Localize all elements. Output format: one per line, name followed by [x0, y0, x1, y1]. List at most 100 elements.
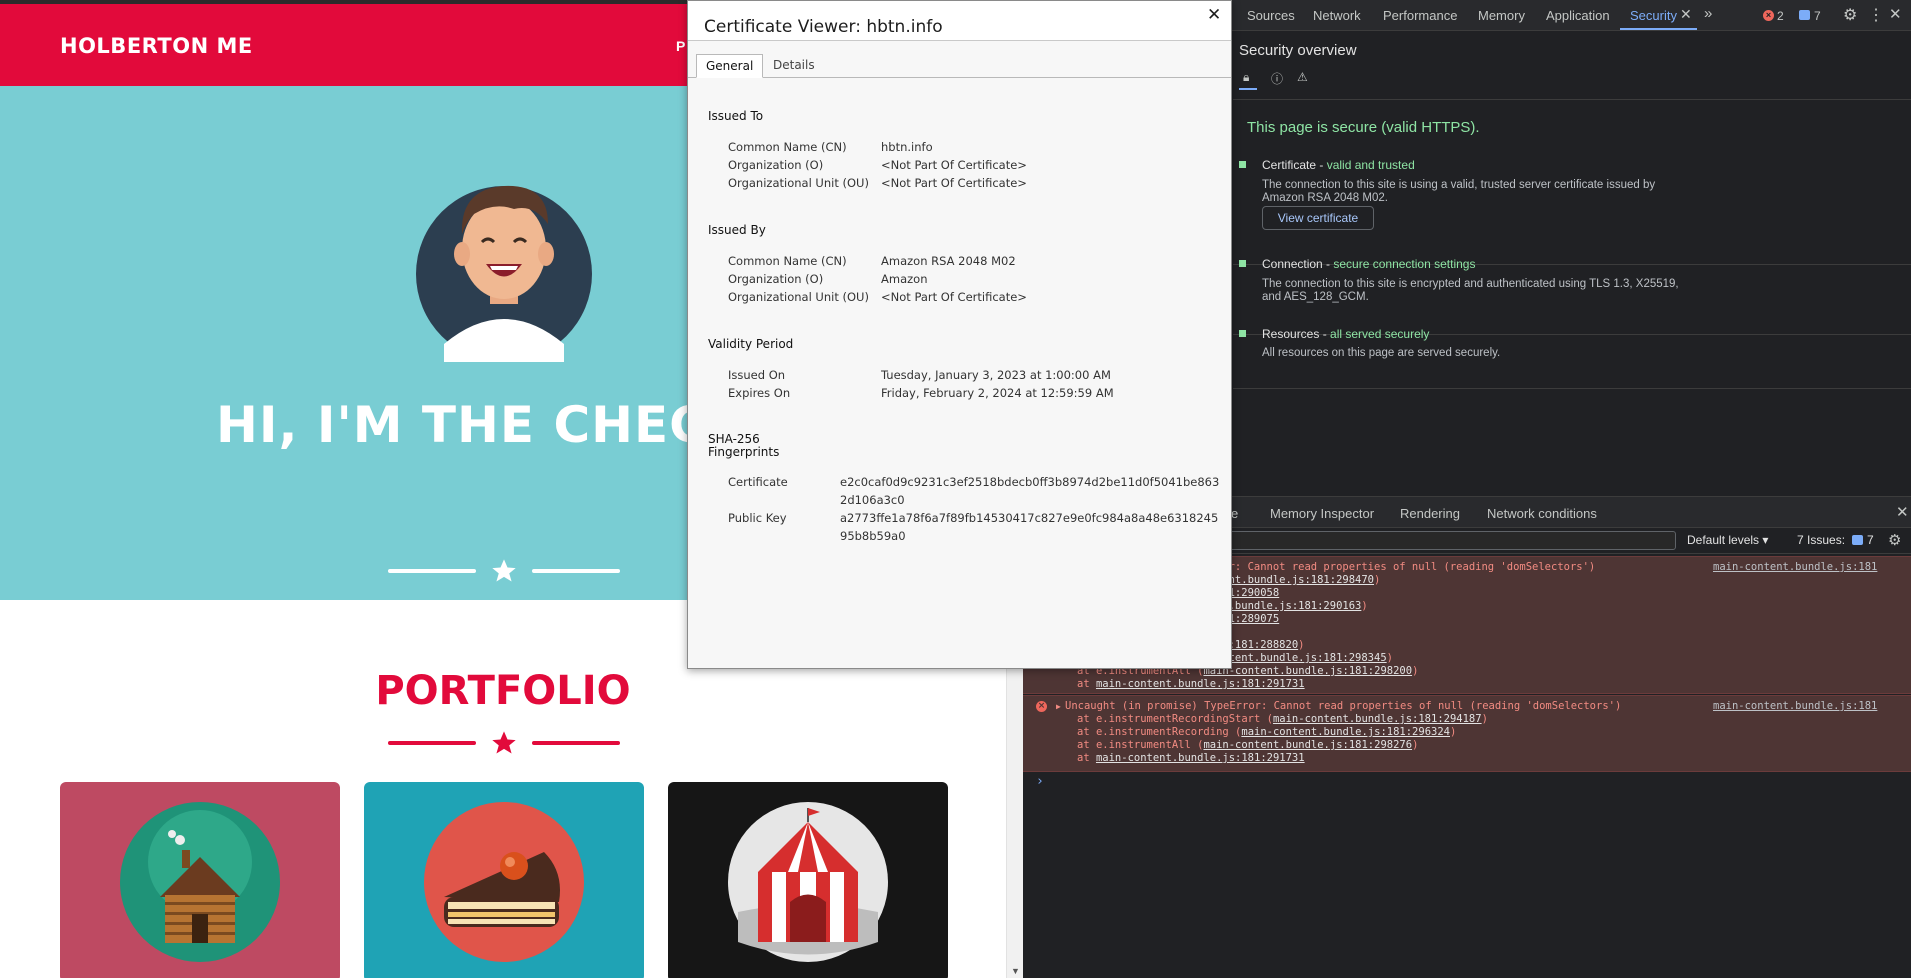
portfolio-heading: PORTFOLIO: [375, 668, 631, 714]
certificate-section: Certificate - valid and trusted The conn…: [1239, 158, 1911, 268]
warning-icon[interactable]: ⚠: [1297, 70, 1308, 84]
source-link[interactable]: main-content.bundle.js:181: [1713, 700, 1877, 712]
portfolio-star-divider: [386, 728, 622, 758]
resources-desc: All resources on this page are served se…: [1262, 347, 1501, 359]
close-devtools-icon[interactable]: ✕: [1889, 5, 1902, 23]
console-settings-gear-icon[interactable]: ⚙: [1888, 531, 1901, 549]
field-value: <Not Part Of Certificate>: [881, 158, 1027, 172]
resources-section: Resources - all served securely All reso…: [1239, 327, 1911, 367]
log-cabin-icon: [120, 802, 280, 962]
expand-triangle-icon[interactable]: ▶: [1056, 702, 1061, 711]
field-label: Issued On: [728, 368, 786, 382]
message-count[interactable]: 7: [1814, 9, 1821, 23]
star-icon: [492, 559, 516, 582]
scroll-down-arrow-icon[interactable]: ▼: [1011, 966, 1020, 976]
stack-frame: at e.instrumentAll (main-content.bundle.…: [1077, 739, 1419, 751]
field-label: Organization (O): [728, 272, 824, 286]
field-value: Friday, February 2, 2024 at 12:59:59 AM: [881, 386, 1114, 400]
close-dialog-icon[interactable]: ✕: [1207, 5, 1221, 25]
message-count-icon[interactable]: [1799, 10, 1810, 20]
settings-gear-icon[interactable]: ⚙: [1843, 5, 1857, 25]
view-certificate-button[interactable]: View certificate: [1262, 206, 1374, 230]
source-link[interactable]: main-content.bundle.js:181: [1713, 561, 1877, 573]
field-value: <Not Part Of Certificate>: [881, 176, 1027, 190]
tab-security[interactable]: Security: [1630, 8, 1677, 23]
stack-frame: at main-content.bundle.js:181:291731: [1077, 752, 1305, 764]
status-bullet: [1239, 260, 1246, 267]
drawer-tab-partial[interactable]: e: [1231, 506, 1238, 521]
portfolio-card-cabin[interactable]: [60, 782, 340, 978]
info-icon[interactable]: ⓘ: [1271, 70, 1283, 87]
lock-icon[interactable]: 🔒︎: [1243, 70, 1249, 85]
avatar-illustration: [416, 185, 592, 362]
stack-link[interactable]: main-content.bundle.js:181:291731: [1096, 678, 1305, 690]
error-count[interactable]: 2: [1777, 9, 1784, 23]
tab-details[interactable]: Details: [764, 54, 824, 78]
close-drawer-icon[interactable]: ✕: [1896, 503, 1909, 521]
drawer-tab-rendering[interactable]: Rendering: [1400, 506, 1460, 521]
error-message: Uncaught (in promise) TypeError: Cannot …: [1065, 700, 1622, 712]
dialog-titlebar: Certificate Viewer: hbtn.info ✕: [688, 1, 1231, 41]
log-levels-dropdown[interactable]: Default levels ▾: [1687, 533, 1768, 547]
site-brand-link[interactable]: HOLBERTON ME: [60, 34, 253, 58]
field-label: Common Name (CN): [728, 140, 847, 154]
lock-tab-indicator: [1239, 88, 1257, 90]
stack-link[interactable]: main-content.bundle.js:181:296324: [1241, 726, 1450, 738]
divider: [1233, 388, 1911, 389]
stack-link[interactable]: main-content.bundle.js:181:291731: [1096, 752, 1305, 764]
cake-slice-icon: [424, 802, 584, 962]
drawer-tab-memory-inspector[interactable]: Memory Inspector: [1270, 506, 1374, 521]
stack-link[interactable]: main-content.bundle.js:181:294187: [1273, 713, 1482, 725]
field-value: hbtn.info: [881, 140, 933, 154]
connection-section: Connection - secure connection settings …: [1239, 257, 1911, 317]
hero-star-divider: [386, 556, 622, 586]
fingerprints-heading: SHA-256 Fingerprints: [708, 432, 780, 459]
field-label: Common Name (CN): [728, 254, 847, 268]
issues-label[interactable]: 7 Issues:: [1797, 533, 1845, 547]
security-overview-title: Security overview: [1239, 42, 1357, 59]
field-value: e2c0caf0d9c9231c3ef2518bdecb0ff3b8974d2b…: [840, 475, 1220, 507]
nav-link-portfolio[interactable]: P: [676, 38, 685, 54]
tab-application[interactable]: Application: [1546, 8, 1610, 23]
field-value: a2773ffe1a78f6a7f89fb14530417c827e9e0fc9…: [840, 511, 1219, 543]
drawer-tab-network-conditions[interactable]: Network conditions: [1487, 506, 1597, 521]
issues-count[interactable]: 7: [1867, 533, 1874, 547]
issued-by-heading: Issued By: [708, 223, 766, 237]
connection-desc: The connection to this site is encrypted…: [1262, 278, 1679, 303]
connection-status: secure connection settings: [1333, 257, 1476, 271]
kebab-menu-icon[interactable]: ⋮: [1868, 5, 1884, 25]
field-label: Certificate: [728, 475, 788, 489]
hero-title: HI, I'M THE CHECK: [216, 396, 747, 454]
field-label: Public Key: [728, 511, 787, 525]
error-icon: ×: [1036, 701, 1047, 712]
portfolio-card-circus[interactable]: [668, 782, 948, 978]
stack-link[interactable]: main-content.bundle.js:181:298276: [1203, 739, 1412, 751]
stack-link[interactable]: main-content.bundle.js:181:298200: [1203, 665, 1412, 677]
tab-sources[interactable]: Sources: [1247, 8, 1295, 23]
security-icons: 🔒︎ ⓘ ⚠: [1243, 70, 1343, 90]
field-label: Organizational Unit (OU): [728, 290, 869, 304]
connection-label: Connection -: [1262, 257, 1334, 271]
stack-frame: at e.instrumentRecording (main-content.b…: [1077, 726, 1457, 738]
tab-general[interactable]: General: [696, 54, 764, 78]
validity-heading: Validity Period: [708, 337, 794, 351]
stack-frame: at e.instrumentRecordingStart (main-cont…: [1077, 713, 1488, 725]
close-tab-icon[interactable]: ✕: [1680, 6, 1692, 23]
tab-network[interactable]: Network: [1313, 8, 1361, 23]
status-bullet: [1239, 330, 1246, 337]
status-bullet: [1239, 161, 1246, 168]
portfolio-card-cake[interactable]: [364, 782, 644, 978]
error-count-icon[interactable]: ×: [1763, 10, 1774, 21]
tab-memory[interactable]: Memory: [1478, 8, 1525, 23]
more-tabs-icon[interactable]: »: [1704, 5, 1712, 22]
certificate-viewer-dialog: Certificate Viewer: hbtn.info ✕ General …: [687, 0, 1232, 669]
security-summary: This page is secure (valid HTTPS).: [1247, 119, 1480, 136]
divider: [1233, 99, 1911, 100]
dialog-title: Certificate Viewer: hbtn.info: [704, 17, 943, 37]
resources-heading: Resources - all served securely: [1262, 327, 1429, 341]
cert-tabbar: General Details: [688, 54, 1231, 78]
console-prompt[interactable]: ›: [1036, 774, 1044, 789]
certificate-desc: The connection to this site is using a v…: [1262, 179, 1656, 204]
tab-performance[interactable]: Performance: [1383, 8, 1457, 23]
field-value: Amazon RSA 2048 M02: [881, 254, 1016, 268]
